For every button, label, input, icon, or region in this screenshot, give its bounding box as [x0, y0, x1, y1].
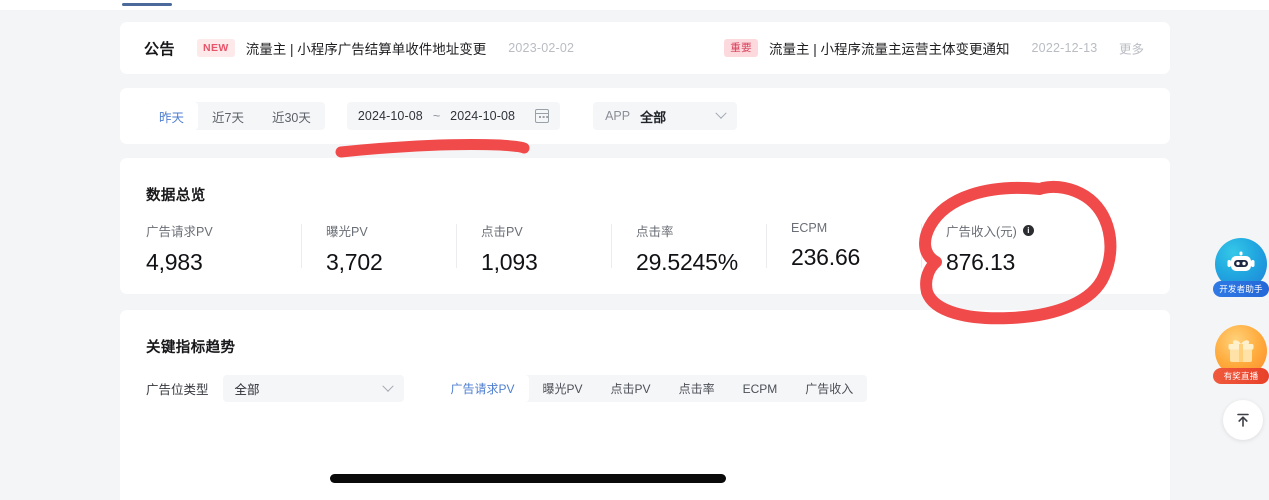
- chevron-down-icon: [715, 108, 726, 119]
- app-select-value: 全部: [640, 107, 666, 126]
- quick-range-7days[interactable]: 近7天: [198, 102, 258, 130]
- metric-tab-group: 广告请求PV 曝光PV 点击PV 点击率 ECPM 广告收入: [437, 375, 868, 402]
- trend-chart[interactable]: 5,000 4,000: [120, 418, 1170, 500]
- announcement-date: 2023-02-02: [508, 41, 574, 55]
- data-overview-title: 数据总览: [146, 184, 1170, 205]
- app-select[interactable]: APP 全部: [593, 102, 737, 130]
- metric-value: 29.5245%: [636, 249, 766, 276]
- metric-value: 1,093: [481, 249, 611, 276]
- announcement-item[interactable]: 重要 流量主 | 小程序流量主运营主体变更通知 2022-12-13: [724, 38, 1097, 58]
- slot-type-select[interactable]: 全部: [223, 375, 404, 402]
- metric-value: 236.66: [791, 244, 921, 271]
- announcement-item[interactable]: NEW 流量主 | 小程序广告结算单收件地址变更 2023-02-02: [197, 38, 574, 58]
- quick-range-yesterday[interactable]: 昨天: [145, 102, 198, 130]
- metric-label: 曝光PV: [326, 221, 456, 240]
- data-overview-card: 数据总览 广告请求PV 4,983 曝光PV 3,702 点击PV 1,093: [120, 158, 1170, 294]
- floating-widget-developer-assistant[interactable]: 开发者助手: [1215, 238, 1267, 297]
- metric-value: 4,983: [146, 249, 301, 276]
- page-root: 公告 NEW 流量主 | 小程序广告结算单收件地址变更 2023-02-02 重…: [0, 0, 1269, 500]
- metric-item: 广告请求PV 4,983: [146, 221, 301, 276]
- gift-glyph: [1226, 337, 1256, 365]
- announcement-more-link[interactable]: 更多: [1119, 39, 1144, 58]
- metric-label-wrapper: 广告收入(元) i: [946, 221, 1076, 240]
- top-tab-strip: [0, 0, 1269, 10]
- metric-label: ECPM: [791, 221, 921, 235]
- robot-glyph: [1226, 250, 1256, 278]
- annotation-black-stroke: [330, 474, 726, 483]
- tab-click-pv[interactable]: 点击PV: [597, 375, 665, 402]
- metric-label: 广告请求PV: [146, 221, 301, 240]
- info-icon[interactable]: i: [1023, 225, 1034, 236]
- metric-value: 876.13: [946, 249, 1076, 276]
- date-range-separator: ~: [433, 109, 440, 123]
- announcement-date: 2022-12-13: [1032, 41, 1098, 55]
- announcement-badge: 重要: [724, 39, 758, 57]
- quick-range-30days[interactable]: 近30天: [258, 102, 325, 130]
- chevron-down-icon: [382, 380, 393, 391]
- announcement-bar: 公告 NEW 流量主 | 小程序广告结算单收件地址变更 2023-02-02 重…: [120, 22, 1170, 74]
- tab-ecpm[interactable]: ECPM: [729, 375, 792, 402]
- tab-exposure-pv[interactable]: 曝光PV: [529, 375, 597, 402]
- metric-item: 点击PV 1,093: [456, 221, 611, 276]
- floating-widget-label: 有奖直播: [1213, 368, 1269, 384]
- tab-ad-request-pv[interactable]: 广告请求PV: [437, 375, 529, 402]
- announcement-text[interactable]: 流量主 | 小程序流量主运营主体变更通知: [769, 38, 1010, 58]
- metric-label: 点击率: [636, 221, 766, 240]
- date-range-start[interactable]: 2024-10-08: [358, 109, 423, 123]
- app-select-label: APP: [605, 109, 630, 123]
- metric-list: 广告请求PV 4,983 曝光PV 3,702 点击PV 1,093 点击率: [120, 221, 1170, 276]
- trend-card: 关键指标趋势 广告位类型 全部 广告请求PV 曝光PV 点击PV 点击率 ECP…: [120, 310, 1170, 500]
- active-tab-indicator: [122, 3, 172, 6]
- announcement-title: 公告: [144, 38, 175, 59]
- announcement-text[interactable]: 流量主 | 小程序广告结算单收件地址变更: [246, 38, 487, 58]
- metric-label: 广告收入(元): [946, 221, 1017, 240]
- metric-item-ad-revenue: 广告收入(元) i 876.13: [921, 221, 1076, 276]
- trend-controls: 广告位类型 全部 广告请求PV 曝光PV 点击PV 点击率 ECPM 广告收入: [120, 375, 1170, 402]
- tab-click-rate[interactable]: 点击率: [665, 375, 729, 402]
- date-range-picker[interactable]: 2024-10-08 ~ 2024-10-08: [347, 102, 560, 130]
- metric-label: 点击PV: [481, 221, 611, 240]
- metric-item: 曝光PV 3,702: [301, 221, 456, 276]
- slot-type-label: 广告位类型: [146, 379, 209, 398]
- quick-range-segmented: 昨天 近7天 近30天: [145, 102, 325, 130]
- metric-item: 点击率 29.5245%: [611, 221, 766, 276]
- filter-bar: 昨天 近7天 近30天 2024-10-08 ~ 2024-10-08 APP …: [120, 88, 1170, 144]
- trend-title: 关键指标趋势: [146, 336, 1170, 357]
- tab-ad-revenue[interactable]: 广告收入: [791, 375, 867, 402]
- annotation-underline-stroke: [341, 144, 524, 152]
- metric-value: 3,702: [326, 249, 456, 276]
- metric-item: ECPM 236.66: [766, 221, 921, 276]
- slot-type-value: 全部: [235, 379, 260, 398]
- scroll-to-top-button[interactable]: [1223, 400, 1263, 440]
- calendar-icon[interactable]: [535, 109, 549, 123]
- arrow-up-to-line-icon: [1234, 411, 1252, 429]
- announcement-badge: NEW: [197, 39, 235, 57]
- date-range-end[interactable]: 2024-10-08: [450, 109, 515, 123]
- floating-widget-label: 开发者助手: [1213, 281, 1269, 297]
- floating-widget-live-reward[interactable]: 有奖直播: [1215, 325, 1267, 384]
